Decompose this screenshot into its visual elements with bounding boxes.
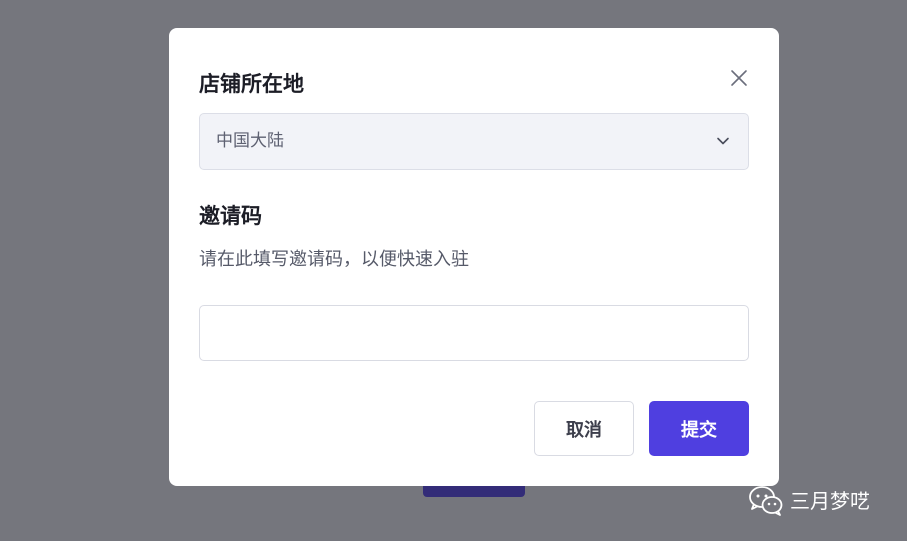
- invite-dialog: 店铺所在地 中国大陆 邀请码 请在此填写邀请码，以便快速入驻 取消 提交: [169, 28, 779, 486]
- submit-button[interactable]: 提交: [649, 401, 749, 456]
- watermark-text: 三月梦呓: [790, 489, 870, 513]
- invite-code-help: 请在此填写邀请码，以便快速入驻: [199, 249, 469, 270]
- watermark: 三月梦呓: [748, 484, 870, 518]
- invite-code-title: 邀请码: [199, 204, 262, 228]
- chevron-down-icon: [717, 137, 729, 145]
- region-select-value: 中国大陆: [216, 131, 284, 151]
- invite-code-input[interactable]: [199, 305, 749, 361]
- close-button[interactable]: [729, 68, 749, 88]
- close-icon: [731, 70, 747, 86]
- region-title: 店铺所在地: [199, 72, 304, 96]
- region-select[interactable]: 中国大陆: [199, 113, 749, 170]
- cancel-button[interactable]: 取消: [534, 401, 634, 456]
- wechat-icon: [749, 486, 783, 516]
